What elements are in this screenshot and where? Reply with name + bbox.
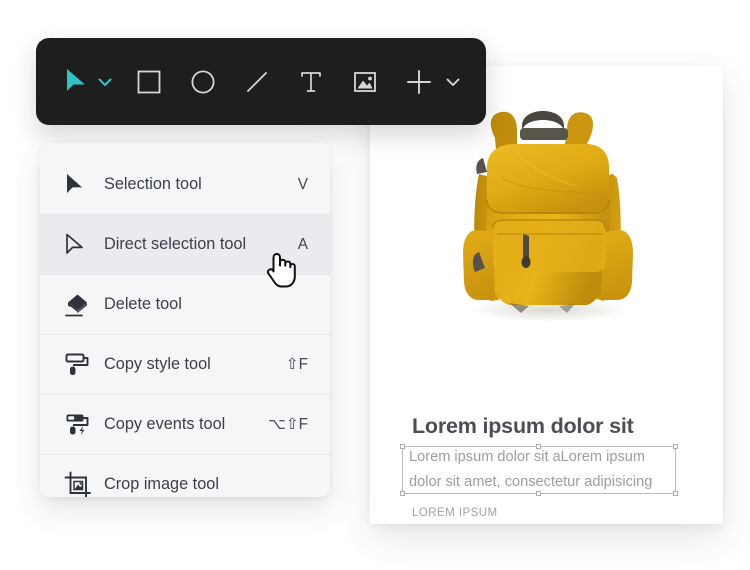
square-icon (137, 70, 161, 93)
circle-icon (191, 69, 215, 94)
paint-roller-icon (64, 351, 104, 379)
menu-item-shortcut: V (297, 175, 308, 193)
menu-item-copy-style-tool[interactable]: Copy style tool ⇧F (40, 335, 330, 394)
menu-top-padding (40, 143, 330, 155)
card-paragraph-line-1: Lorem ipsum dolor sit aLorem ipsum (409, 449, 646, 465)
menu-item-label: Copy style tool (104, 355, 211, 373)
cursor-arrow-filled-icon (64, 172, 104, 198)
menu-item-label: Copy events tool (104, 415, 226, 433)
image-icon (354, 71, 376, 92)
text-t-icon (301, 71, 321, 92)
card-eyebrow-label: LOREM IPSUM (412, 506, 498, 519)
tool-line[interactable] (230, 38, 284, 125)
menu-item-label: Direct selection tool (104, 235, 247, 253)
menu-item-shortcut: ⌥⇧F (267, 416, 308, 433)
tool-selection-cursor[interactable] (36, 38, 114, 125)
plus-icon (407, 69, 431, 94)
tools-toolbar[interactable] (36, 38, 486, 125)
tool-dropdown-menu[interactable]: Selection tool V Direct selection tool A (40, 143, 330, 497)
selection-handle-top-center[interactable] (536, 444, 541, 449)
tool-ellipse[interactable] (176, 38, 230, 125)
card-paragraph: Lorem ipsum dolor sit aLorem ipsum dolor… (409, 445, 675, 495)
tool-image[interactable] (338, 38, 392, 125)
card-paragraph-line-2: dolor sit amet, consectetur adipisicing (409, 474, 653, 490)
selection-handle-top-right[interactable] (673, 444, 678, 449)
paint-roller-bolt-icon (64, 411, 104, 439)
tool-text[interactable] (284, 38, 338, 125)
chevron-down-icon[interactable] (96, 73, 114, 91)
crop-image-icon (64, 471, 104, 497)
menu-item-label: Delete tool (104, 295, 182, 313)
line-icon (247, 71, 267, 92)
selection-handle-bottom-right[interactable] (673, 491, 678, 496)
cursor-arrow-icon (67, 68, 85, 91)
menu-item-label: Selection tool (104, 175, 202, 193)
menu-item-selection-tool[interactable]: Selection tool V (40, 155, 330, 214)
chevron-down-icon[interactable] (444, 73, 462, 91)
tool-rectangle[interactable] (122, 38, 176, 125)
canvas-stage: Lorem ipsum dolor sit Lorem ipsum dolor … (0, 0, 750, 570)
product-card[interactable]: Lorem ipsum dolor sit Lorem ipsum dolor … (370, 66, 723, 524)
menu-item-crop-image-tool[interactable]: Crop image tool (40, 455, 330, 497)
cursor-arrow-outline-icon (64, 232, 104, 258)
selection-handle-bottom-left[interactable] (400, 491, 405, 496)
menu-item-copy-events-tool[interactable]: Copy events tool ⌥⇧F (40, 395, 330, 454)
text-selection-box[interactable]: Lorem ipsum dolor sit aLorem ipsum dolor… (400, 444, 678, 496)
eraser-icon (64, 292, 104, 318)
menu-item-shortcut: A (297, 235, 308, 253)
selection-handle-bottom-center[interactable] (536, 491, 541, 496)
pointing-hand-cursor (266, 253, 296, 288)
tool-add[interactable] (392, 38, 462, 125)
menu-item-label: Crop image tool (104, 475, 219, 493)
menu-item-shortcut: ⇧F (285, 356, 308, 373)
card-heading: Lorem ipsum dolor sit (412, 414, 634, 438)
selection-handle-top-left[interactable] (400, 444, 405, 449)
